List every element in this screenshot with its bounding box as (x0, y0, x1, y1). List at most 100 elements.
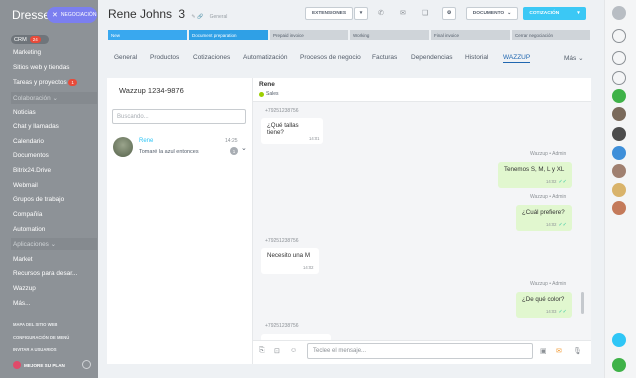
stage-prepaid-invoice[interactable]: Prepaid invoice (270, 30, 348, 40)
pipeline-label[interactable]: General (210, 14, 228, 20)
sidebar-group-applications[interactable]: Aplicaciones ⌄ (13, 240, 56, 248)
template-icon[interactable]: ⊡ (274, 347, 280, 355)
tab-dependencies[interactable]: Dependencias (411, 54, 453, 61)
deal-pill[interactable]: ✕ NEGOCIACIÓN (47, 7, 97, 23)
message-input[interactable]: Teclee el mensaje... (307, 343, 533, 359)
chevron-down-icon[interactable]: ⌄ (241, 144, 247, 152)
sidebar-item-more[interactable]: Más... (13, 300, 30, 307)
help-icon[interactable] (612, 6, 626, 20)
chevron-down-icon: ⌄ (50, 241, 57, 248)
sidebar-item-webmail[interactable]: Webmail (13, 182, 38, 189)
sidebar-group-label: Aplicaciones (13, 241, 49, 248)
crm-badge: 24 (29, 36, 41, 43)
stage-document-preparation[interactable]: Document preparation (189, 30, 268, 40)
sidebar-item-sites[interactable]: Sitios web y tiendas (13, 64, 69, 71)
sidebar-item-marketing[interactable]: Marketing (13, 49, 41, 56)
tab-invoices[interactable]: Facturas (372, 54, 397, 61)
chat-app-icon[interactable] (612, 89, 626, 103)
upgrade-plan-button[interactable]: MEJORE SU PLAN (13, 361, 65, 369)
user-avatar-5[interactable] (612, 201, 626, 215)
edit-icon[interactable]: ✎ 🔗 (191, 14, 203, 20)
deal-title: Rene Johns (108, 7, 173, 21)
tab-more[interactable]: Más ⌄ (564, 54, 584, 62)
status-label: Sales (266, 91, 279, 97)
briefcase-icon[interactable]: ▣ (540, 347, 547, 355)
phone-icon[interactable]: ✆ (378, 9, 384, 17)
sidebar-item-calendar[interactable]: Calendario (13, 138, 44, 145)
user-avatar-3[interactable] (612, 164, 626, 178)
double-check-icon: ✓✓ (558, 222, 567, 228)
sidebar-item-market[interactable]: Market (13, 256, 33, 263)
microphone-icon[interactable]: 🎙 (573, 347, 582, 355)
avatar[interactable] (113, 137, 133, 157)
settings-button[interactable]: ⚙ (442, 7, 456, 20)
user-avatar-2[interactable] (612, 127, 626, 141)
app-root: Dresse ✕ NEGOCIACIÓN CRM 24 Marketing Si… (0, 0, 636, 378)
stage-final-invoice[interactable]: Final invoice (431, 30, 510, 40)
tab-automation[interactable]: Automatización (243, 54, 287, 61)
sidebar-item-devresources[interactable]: Recursos para desar... (13, 270, 77, 277)
stage-close-deal[interactable]: Cerrar negociación (512, 30, 590, 40)
brand-logo[interactable]: Dresse (12, 8, 50, 22)
user-avatar-4[interactable] (612, 183, 626, 197)
sidebar-item-automation[interactable]: Automation (13, 226, 45, 233)
tab-history[interactable]: Historial (465, 54, 488, 61)
chevron-down-icon: ▾ (577, 11, 580, 16)
tab-general[interactable]: General (114, 54, 137, 61)
stage-new[interactable]: New (108, 30, 187, 40)
status-dot-icon (259, 91, 264, 97)
sidebar-item-wazzup[interactable]: Wazzup (13, 285, 36, 292)
sidebar-item-drive[interactable]: Bitrix24.Drive (13, 167, 51, 174)
tab-wazzup[interactable]: WAZZUP (503, 54, 531, 63)
extensions-dropdown-button[interactable]: ▾ (354, 7, 368, 20)
sidebar-item-crm[interactable]: CRM 24 (11, 35, 49, 44)
page-title: Rene Johns 3 ✎ 🔗 General (108, 7, 227, 21)
message-text: Tenemos S, M, L y XL (504, 166, 565, 173)
sidebar-item-workgroups[interactable]: Grupos de trabajo (13, 196, 64, 203)
add-icon[interactable] (612, 333, 626, 347)
menu-settings-link[interactable]: CONFIGURACIÓN DE MENÚ (13, 335, 69, 340)
sidebar-item-tasks[interactable]: Tareas y proyectos 1 (13, 79, 77, 86)
sidebar-item-label: Tareas y proyectos (13, 79, 67, 86)
phone-call-icon[interactable] (612, 358, 626, 372)
attach-icon[interactable]: ⎘ (259, 347, 265, 355)
message-sender: +79251238756 (265, 323, 299, 329)
message-sender: Wazzup • Admin (530, 151, 567, 157)
stage-working[interactable]: Working (350, 30, 429, 40)
tab-quotes[interactable]: Cotizaciones (193, 54, 230, 61)
close-icon[interactable]: ✕ (52, 11, 58, 19)
emoji-icon[interactable]: ☺ (290, 347, 297, 354)
extensions-button[interactable]: EXTENSIONES (305, 7, 353, 20)
block-icon[interactable] (612, 51, 626, 65)
contact-name: Rene (139, 138, 154, 144)
calendar-app-icon[interactable] (612, 146, 626, 160)
sidebar-item-documents[interactable]: Documentos (13, 152, 49, 159)
mail-icon[interactable]: ✉ (400, 9, 406, 17)
contact-preview: Tomaré la azul entonces (139, 149, 199, 155)
sitemap-link[interactable]: MAPA DEL SITIO WEB (13, 322, 57, 327)
tab-more-label: Más (564, 55, 577, 62)
gear-icon[interactable] (82, 360, 91, 369)
plan-icon (13, 361, 21, 369)
chevron-down-icon: ⌄ (52, 95, 58, 102)
tab-products[interactable]: Productos (150, 54, 179, 61)
message-sender: Wazzup • Admin (530, 281, 567, 287)
document-button[interactable]: DOCUMENTO ⌄ (466, 7, 518, 20)
sidebar-item-company[interactable]: Compañía (13, 211, 43, 218)
comment-icon[interactable]: ❑ (422, 9, 428, 17)
invite-users-link[interactable]: INVITAR A USUARIOS (13, 347, 57, 352)
user-avatar-1[interactable] (612, 107, 626, 121)
message-time-row: 14:02 ✓✓ (546, 222, 567, 228)
tab-business-processes[interactable]: Procesos de negocio (300, 54, 361, 61)
chat-search-input[interactable]: Buscando... (112, 109, 246, 124)
sidebar-item-news[interactable]: Noticias (13, 109, 36, 116)
sidebar-group-collaboration[interactable]: Colaboración ⌄ (13, 94, 58, 102)
message-time: 14:02 (546, 179, 557, 184)
bell-icon[interactable] (612, 29, 626, 43)
search-icon[interactable] (612, 71, 626, 85)
message-time: 14:02 (303, 265, 314, 270)
send-mail-icon[interactable]: ✉ (556, 347, 562, 355)
sidebar-item-chat[interactable]: Chat y llamadas (13, 123, 59, 130)
conversation-scrollbar[interactable] (581, 292, 584, 314)
quote-button[interactable]: COTIZACIÓN ▾ (523, 7, 586, 20)
